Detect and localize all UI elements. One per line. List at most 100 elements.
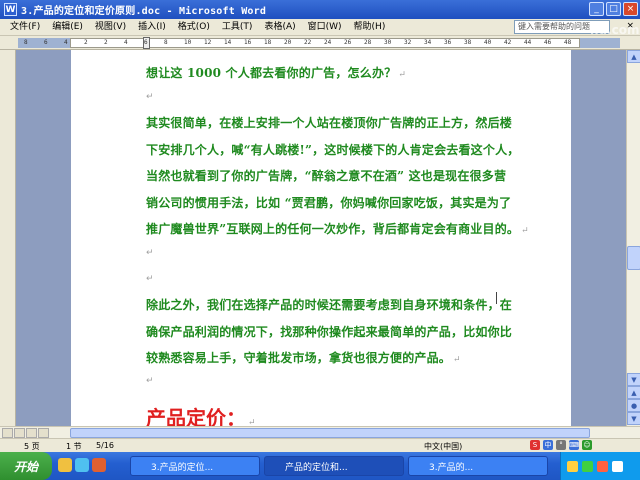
web-view-icon[interactable] [14, 428, 25, 438]
ruler-tick-label: 26 [344, 39, 352, 46]
ruler-tick-label: 28 [364, 39, 372, 46]
ruler-tick-label: 2 [84, 39, 88, 46]
status-bar: 5 页 1 节 5/16 中文(中国) S 中 ° ⌨ ☺ [0, 438, 640, 452]
ruler-tick-label: 12 [204, 39, 212, 46]
document-area[interactable]: 想让这 1000 个人都去看你的广告，怎么办？ ↵ ↵ 其实很简单，在楼上安排一个… [16, 50, 626, 426]
paragraph-mark: ↵ [146, 92, 154, 102]
status-section: 1 节 [66, 442, 82, 451]
maximize-icon[interactable]: □ [606, 2, 621, 16]
normal-view-icon[interactable] [2, 428, 13, 438]
status-page: 5 页 [24, 442, 40, 451]
menu-edit[interactable]: 编辑(E) [46, 20, 89, 35]
menu-file[interactable]: 文件(F) [4, 20, 46, 35]
ime-keyboard-icon[interactable]: ⌨ [569, 440, 579, 450]
scroll-up-icon[interactable]: ▲ [627, 50, 640, 63]
text-line: 想让这 1000 个人都去看你的广告，怎么办？ ↵ [146, 66, 407, 80]
ruler-tick-label: 34 [424, 39, 432, 46]
outline-view-icon[interactable] [38, 428, 49, 438]
taskbar-item[interactable]: 3.产品的... [408, 456, 548, 476]
menu-insert[interactable]: 插入(I) [132, 20, 172, 35]
ime-s-icon[interactable]: S [530, 440, 540, 450]
ruler-tick-label: 16 [244, 39, 252, 46]
tray-icon[interactable] [612, 460, 623, 472]
ruler-tick-label: 36 [444, 39, 452, 46]
mouse-ibeam-cursor [496, 292, 497, 304]
taskbar: 开始 3.产品的定位... 产品的定位和... 3.产品的... [0, 452, 640, 480]
system-tray [560, 452, 640, 480]
menu-bar: 文件(F) 编辑(E) 视图(V) 插入(I) 格式(O) 工具(T) 表格(A… [0, 19, 640, 36]
ruler-tick-label: 30 [384, 39, 392, 46]
document-page[interactable]: 想让这 1000 个人都去看你的广告，怎么办？ ↵ ↵ 其实很简单，在楼上安排一个… [71, 50, 571, 426]
vertical-scrollbar[interactable]: ▲ ▼ ▲ ● ▼ [626, 50, 640, 426]
status-language: 中文(中国) [424, 442, 463, 451]
window-title: 3.产品的定位和定价原则.doc - Microsoft Word [21, 6, 267, 17]
next-page-icon[interactable]: ▼ [627, 412, 640, 425]
taskbar-item[interactable]: 3.产品的定位... [130, 456, 260, 476]
ime-mode-icon[interactable]: 中 [543, 440, 553, 450]
ruler-tick-label: 6 [144, 39, 148, 46]
tray-icon[interactable] [597, 460, 608, 472]
word-app-icon[interactable]: W [4, 3, 17, 16]
scroll-thumb[interactable] [627, 246, 640, 270]
ruler-tick-label: 32 [404, 39, 412, 46]
menu-tools[interactable]: 工具(T) [216, 20, 259, 35]
ruler-tick-label: 40 [484, 39, 492, 46]
menu-view[interactable]: 视图(V) [89, 20, 132, 35]
ruler-tick-label: 22 [304, 39, 312, 46]
watermark-text: hu.com [590, 23, 640, 37]
text-line: 确保产品利润的情况下，找那种你操作起来最简单的产品，比如你比 [146, 325, 513, 339]
menu-help[interactable]: 帮助(H) [348, 20, 392, 35]
ruler-tick-label: 8 [24, 39, 28, 46]
quick-launch-icon[interactable] [92, 458, 106, 472]
ruler-tick-label: 4 [124, 39, 128, 46]
text-line: 当然也就看到了你的广告牌，“醉翁之意不在酒” 这也是现在很多营 [146, 169, 507, 183]
ruler-tick-label: 8 [164, 39, 168, 46]
taskbar-item[interactable]: 产品的定位和... [264, 456, 404, 476]
text-line: 较熟悉容易上手，守着批发市场，拿货也很方便的产品。 ↵ [146, 351, 461, 365]
ime-skin-icon[interactable]: ☺ [582, 440, 592, 450]
quick-launch-icon[interactable] [58, 458, 72, 472]
ruler-tick-label: 2 [104, 39, 108, 46]
tray-icon[interactable] [582, 460, 593, 472]
menu-format[interactable]: 格式(O) [172, 20, 216, 35]
minimize-icon[interactable]: _ [589, 2, 604, 16]
ruler-tick-label: 42 [504, 39, 512, 46]
ime-punct-icon[interactable]: ° [556, 440, 566, 450]
paragraph-mark: ↵ [146, 376, 154, 386]
ruler-tick-label: 46 [544, 39, 552, 46]
title-bar: W 3.产品的定位和定价原则.doc - Microsoft Word _ □ … [0, 0, 640, 19]
horizontal-scrollbar[interactable] [0, 426, 640, 438]
quick-launch-icon[interactable] [75, 458, 89, 472]
ruler-tick-label: 48 [564, 39, 572, 46]
horizontal-scroll-thumb[interactable] [70, 428, 590, 438]
ruler-tick-label: 14 [224, 39, 232, 46]
select-browse-object-icon[interactable]: ● [627, 399, 640, 412]
text-line: 销公司的惯用手法，比如 “贾君鹏，你妈喊你回家吃饭，其实是为了 [146, 196, 512, 210]
text-line: 推广魔兽世界”互联网上的任何一次炒作，背后都肯定会有商业目的。 ↵ [146, 222, 529, 236]
menu-table[interactable]: 表格(A) [258, 20, 301, 35]
paragraph-mark: ↵ [146, 274, 154, 284]
menu-window[interactable]: 窗口(W) [302, 20, 348, 35]
start-button[interactable]: 开始 [0, 452, 52, 480]
previous-page-icon[interactable]: ▲ [627, 386, 640, 399]
text-line: 下安排几个人，喊“有人跳楼!”，这时候楼下的人肯定会去看这个人， [146, 143, 520, 157]
text-line: 其实很简单，在楼上安排一个人站在楼顶你广告牌的正上方，然后楼 [146, 116, 513, 130]
status-pages: 5/16 [96, 441, 114, 450]
text-line: 除此之外，我们在选择产品的时候还需要考虑到自身环境和条件，在 [146, 298, 513, 312]
ruler-tick-label: 10 [184, 39, 192, 46]
paragraph-mark: ↵ [146, 248, 154, 258]
tray-icon[interactable] [567, 460, 578, 472]
horizontal-ruler[interactable]: 8 6 4 2 2 4 6 8 10 12 14 16 18 20 22 24 26 28 30 32 34 36 38 40… [0, 36, 640, 50]
close-icon[interactable]: × [623, 2, 638, 16]
ruler-tick-label: 6 [44, 39, 48, 46]
ruler-tick-label: 44 [524, 39, 532, 46]
section-heading: 产品定价： ↵ [146, 406, 256, 426]
print-view-icon[interactable] [26, 428, 37, 438]
scroll-down-icon[interactable]: ▼ [627, 373, 640, 386]
ruler-tick-label: 38 [464, 39, 472, 46]
vertical-ruler[interactable] [0, 50, 16, 426]
ruler-tick-label: 4 [64, 39, 68, 46]
ruler-tick-label: 18 [264, 39, 272, 46]
ruler-tick-label: 20 [284, 39, 292, 46]
ruler-tick-label: 24 [324, 39, 332, 46]
